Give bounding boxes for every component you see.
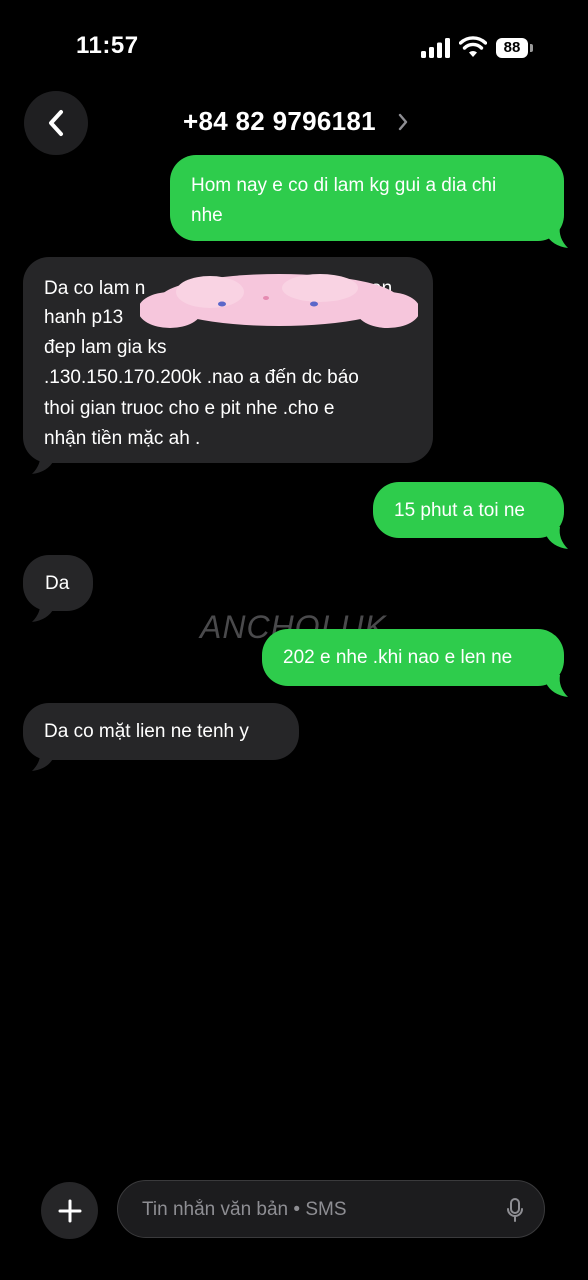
- status-bar: 11:57 88: [0, 0, 588, 90]
- bubble-tail: [32, 600, 54, 622]
- composer-bar: [0, 1170, 588, 1250]
- plus-icon: [58, 1199, 81, 1222]
- message-text-line: nhận tiền mặc ah .: [44, 428, 201, 449]
- message-text-line: Hom nay e co di lam kg gui a dia chi: [191, 175, 497, 196]
- message-text-line: đep lam gia ks: [44, 337, 167, 358]
- wifi-icon: [459, 36, 487, 57]
- redaction-sticker: [140, 274, 418, 328]
- status-time: 11:57: [76, 32, 139, 59]
- add-button[interactable]: [41, 1182, 98, 1239]
- message-text-line: 202 e nhe .khi nao e len ne: [283, 647, 513, 668]
- message-input-container[interactable]: [117, 1180, 545, 1239]
- incoming-message-bubble[interactable]: Da co mặt lien ne tenh y: [23, 703, 299, 760]
- signal-icon: [421, 38, 450, 58]
- chevron-right-icon[interactable]: [398, 113, 408, 131]
- message-text-line: thoi gian truoc cho e pit nhe .cho e: [44, 398, 335, 419]
- bubble-tail: [546, 226, 568, 248]
- back-button[interactable]: [24, 91, 88, 155]
- chevron-left-icon: [49, 110, 63, 136]
- outgoing-message-bubble[interactable]: 15 phut a toi ne: [373, 482, 564, 538]
- message-text-line: Da: [45, 573, 70, 594]
- message-text-line: 15 phut a toi ne: [394, 500, 525, 521]
- bubble-tail: [32, 452, 54, 474]
- outgoing-message-bubble[interactable]: 202 e nhe .khi nao e len ne: [262, 629, 564, 686]
- message-text-line: hanh p13: [44, 307, 124, 328]
- mic-icon[interactable]: [506, 1198, 524, 1222]
- battery-level: 88: [496, 38, 528, 58]
- bubble-tail: [546, 527, 568, 549]
- outgoing-message-bubble[interactable]: Hom nay e co di lam kg gui a dia chi nhe: [170, 155, 564, 241]
- message-text-line: Da co mặt lien ne tenh y: [44, 721, 249, 742]
- message-input[interactable]: [140, 1181, 504, 1239]
- message-text-line: .130.150.170.200k .nao a đến dc báo: [44, 367, 359, 388]
- bubble-tail: [546, 675, 568, 697]
- message-text-line: nhe: [191, 205, 223, 226]
- bubble-tail: [32, 749, 54, 771]
- battery-icon: 88: [496, 38, 534, 58]
- message-text-line: Da co lam n: [44, 278, 146, 299]
- contact-title[interactable]: +84 82 9796181: [183, 106, 376, 137]
